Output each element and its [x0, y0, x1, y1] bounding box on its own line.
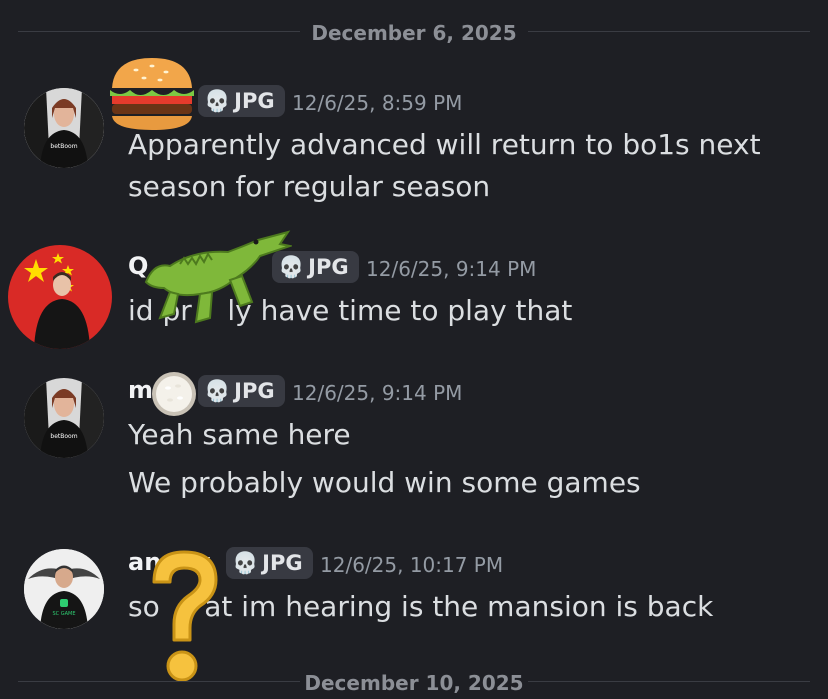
avatar[interactable]: betBoom	[24, 378, 104, 458]
message-body: Apparently advanced will return to bo1s …	[128, 124, 761, 208]
svg-text:SC GAME: SC GAME	[52, 611, 75, 617]
svg-text:betBoom: betBoom	[50, 143, 77, 150]
server-tag[interactable]: 💀 JPG	[198, 375, 285, 407]
server-tag[interactable]: 💀 JPG	[198, 85, 285, 117]
avatar[interactable]: betBoom	[24, 88, 104, 168]
date-divider-label: December 6, 2025	[311, 21, 517, 45]
skull-icon: 💀	[232, 550, 259, 575]
message-timestamp: 12/6/25, 9:14 PM	[366, 257, 537, 281]
server-tag-label: JPG	[234, 89, 275, 113]
message-line: Yeah same here	[128, 418, 351, 451]
message-line: season for regular season	[128, 170, 491, 203]
skull-icon: 💀	[204, 88, 231, 113]
hamburger-emoji	[106, 56, 198, 136]
message-timestamp: 12/6/25, 9:14 PM	[292, 381, 463, 405]
message-line: We probably would win some games	[128, 466, 641, 499]
server-tag-label: JPG	[234, 379, 275, 403]
skull-icon: 💀	[204, 378, 231, 403]
avatar[interactable]	[8, 245, 112, 349]
crocodile-emoji	[140, 222, 294, 332]
message-body: Yeah same here We probably would win som…	[128, 414, 641, 504]
date-divider: December 10, 2025	[0, 666, 828, 696]
svg-text:betBoom: betBoom	[50, 433, 77, 440]
server-tag-label: JPG	[308, 255, 349, 279]
date-divider-label: December 10, 2025	[304, 671, 524, 695]
message-timestamp: 12/6/25, 8:59 PM	[292, 91, 463, 115]
date-divider: December 6, 2025	[0, 16, 828, 46]
message-timestamp: 12/6/25, 10:17 PM	[320, 553, 504, 577]
message-line: Apparently advanced will return to bo1s …	[128, 128, 761, 161]
server-tag-label: JPG	[262, 551, 303, 575]
server-tag[interactable]: 💀 JPG	[226, 547, 313, 579]
avatar[interactable]: SC GAME	[24, 549, 104, 629]
